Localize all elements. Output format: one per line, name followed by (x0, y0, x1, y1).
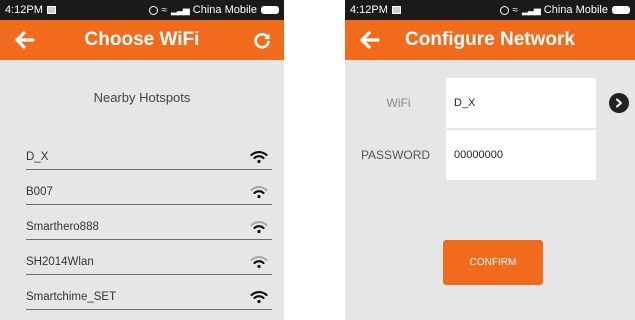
nearby-hotspots-heading: Nearby Hotspots (93, 90, 191, 105)
alarm-icon (148, 5, 158, 15)
battery-icon (612, 6, 630, 14)
battery-icon (261, 6, 279, 14)
hotspot-item-sh2014wlan[interactable]: SH2014Wlan (26, 240, 272, 275)
hotspot-item-b007[interactable]: B007 (26, 170, 272, 205)
password-label: PASSWORD (360, 148, 431, 162)
wifi-label: WiFi (386, 96, 411, 110)
wifi-signal-medium-icon (250, 185, 268, 199)
configure-network-screen: 4:12PM ≈ ▂▃▅ China Mobile Configure Netw… (345, 0, 635, 320)
confirm-button[interactable]: CONFIRM (443, 240, 543, 285)
hotspot-item-smartchime-set[interactable]: Smartchime_SET (26, 275, 272, 310)
gallery-icon (46, 6, 56, 14)
refresh-icon[interactable] (252, 30, 272, 50)
hotspot-ssid: D_X (26, 151, 49, 163)
wifi-row: WiFi (345, 78, 635, 128)
wifi-status-icon: ≈ (512, 4, 519, 16)
network-config-form: WiFi PASSWORD (345, 78, 635, 182)
hotspot-item-d-x[interactable]: D_X (26, 135, 272, 170)
carrier-name: China Mobile (192, 4, 257, 16)
back-arrow-icon[interactable] (14, 29, 36, 51)
signal-icon: ▂▃▅ (522, 4, 541, 15)
wifi-signal-medium-icon (250, 255, 268, 269)
choose-wifi-screen: 4:12PM ≈ ▂▃▅ China Mobile Choose WiFi Ne… (0, 0, 284, 320)
page-title: Choose WiFi (84, 29, 200, 50)
password-field[interactable] (446, 130, 596, 180)
status-bar: 4:12PM ≈ ▂▃▅ China Mobile (0, 0, 284, 20)
carrier-name: China Mobile (543, 4, 608, 16)
back-arrow-icon[interactable] (359, 29, 381, 51)
app-bar: Configure Network (345, 20, 635, 60)
status-time: 4:12PM (5, 4, 43, 16)
wifi-signal-strong-icon (250, 150, 268, 164)
wifi-signal-medium-icon (250, 220, 268, 234)
hotspot-ssid: Smartchime_SET (26, 291, 117, 303)
status-bar: 4:12PM ≈ ▂▃▅ China Mobile (345, 0, 635, 20)
chevron-right-icon (616, 98, 622, 108)
hotspot-ssid: SH2014Wlan (26, 256, 94, 268)
app-bar: Choose WiFi (0, 20, 284, 60)
status-time: 4:12PM (350, 4, 388, 16)
wifi-signal-strong-icon (250, 290, 268, 304)
page-title: Configure Network (405, 29, 575, 50)
wifi-status-icon: ≈ (161, 4, 168, 16)
wifi-ssid-field[interactable] (446, 78, 596, 128)
hotspot-item-smarthero888[interactable]: Smarthero888 (26, 205, 272, 240)
hotspot-ssid: Smarthero888 (26, 221, 99, 233)
password-row: PASSWORD (345, 130, 635, 180)
hotspot-ssid: B007 (26, 186, 53, 198)
select-network-button[interactable] (609, 93, 629, 113)
hotspot-list: D_X B007 Smarthero888 SH2014Wlan Smartch… (26, 135, 272, 310)
signal-icon: ▂▃▅ (171, 4, 190, 15)
alarm-icon (499, 5, 509, 15)
gallery-icon (391, 6, 401, 14)
